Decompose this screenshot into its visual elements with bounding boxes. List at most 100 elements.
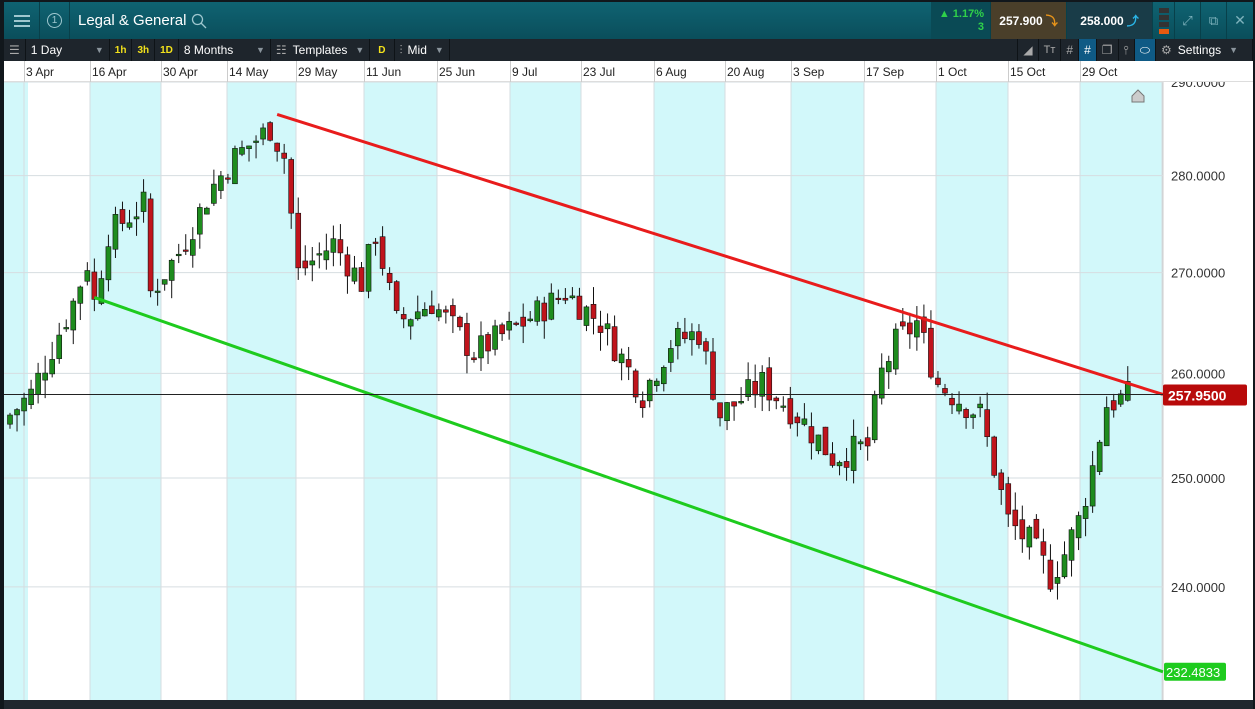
candle-up	[1026, 526, 1033, 548]
candle-down	[288, 159, 295, 214]
drawing-tool-icon[interactable]: ◢	[1017, 39, 1039, 61]
candle-down	[464, 323, 470, 356]
candle-up	[161, 279, 168, 285]
grid-icon[interactable]: #	[1061, 39, 1080, 61]
candle-down	[907, 322, 913, 335]
candle-down	[576, 295, 583, 320]
candle-up	[1082, 506, 1089, 519]
date-label: 29 May	[298, 65, 338, 79]
range-dropdown[interactable]: 8 Months ▼	[179, 39, 271, 61]
popout-icon[interactable]: ⧉	[1201, 2, 1227, 39]
candle-up	[63, 327, 70, 330]
date-label: 17 Sep	[866, 65, 905, 79]
price-type-dropdown[interactable]: ⫶ Mid ▼	[395, 39, 450, 61]
sliders-icon: ☷	[275, 43, 287, 57]
candle-down	[843, 461, 850, 468]
buy-price: 258.000	[1080, 13, 1124, 28]
candle-up	[1096, 441, 1103, 472]
candle-up	[850, 435, 857, 471]
range-value: 8 Months	[183, 43, 234, 57]
candle-down	[393, 281, 400, 311]
date-label: 30 Apr	[163, 65, 198, 79]
candle-down	[787, 398, 794, 425]
candle-down	[963, 409, 969, 419]
candle-up	[1075, 515, 1082, 539]
templates-label: Templates	[292, 43, 348, 57]
candle-down	[998, 472, 1005, 490]
close-icon[interactable]: ✕	[1227, 2, 1253, 39]
candle-up	[316, 253, 323, 256]
templates-dropdown[interactable]: ☷ Templates ▼	[271, 39, 371, 61]
candle-up	[1061, 554, 1068, 578]
price-chart[interactable]: 290.0000 280.0000 270.0000 260.0000 250.0000…	[4, 82, 1253, 700]
date-tick	[161, 61, 162, 82]
candle-up	[871, 394, 878, 441]
d-button[interactable]: D	[370, 39, 395, 61]
candle-up	[815, 434, 822, 452]
quick-1h-button[interactable]: 1h	[110, 39, 133, 61]
candle-up	[878, 367, 885, 399]
candle-up	[309, 260, 316, 266]
chevron-down-icon: ▼	[434, 45, 444, 55]
price-tick-label: 240.0000	[1171, 580, 1225, 595]
chart-toolbar: ☰ 1 Day ▼ 1h 3h 1D 8 Months ▼ ☷ Templates ▼ …	[4, 39, 1253, 61]
price-tick-label: 260.0000	[1171, 366, 1225, 381]
layers-icon[interactable]: ❐	[1097, 39, 1119, 61]
candle-up	[239, 147, 245, 155]
candle-up	[618, 353, 625, 364]
candle-up	[323, 250, 330, 261]
candle-up	[1054, 577, 1061, 584]
quick-1d-button[interactable]: 1D	[155, 39, 179, 61]
instrument-title[interactable]: Legal & General	[70, 2, 931, 39]
interval-dropdown[interactable]: 1 Day ▼	[26, 39, 110, 61]
candlestick-chart[interactable]: 290.0000 280.0000 270.0000 260.0000 250.0000…	[4, 82, 1253, 700]
candle-up	[977, 403, 983, 409]
candle-down	[639, 400, 646, 409]
date-tick	[654, 61, 655, 82]
window-number-badge[interactable]: 1	[40, 2, 70, 39]
expand-icon[interactable]: ⤢	[1175, 2, 1201, 39]
candle-down	[717, 402, 723, 419]
down-arrow-icon: ⤵	[1045, 14, 1058, 28]
horizontal-scrollbar[interactable]	[4, 700, 1253, 709]
settings-label: Settings	[1177, 43, 1222, 57]
date-tick	[581, 61, 582, 82]
candle-up	[28, 388, 34, 405]
candle-up	[675, 328, 681, 347]
candle-down	[829, 453, 836, 466]
candle-down	[358, 267, 365, 292]
candle-up	[14, 409, 20, 416]
date-tick	[227, 61, 228, 82]
price-change: ▲ 1.17% 3	[931, 2, 991, 39]
text-tool-icon[interactable]: Tт	[1039, 39, 1062, 61]
date-label: 1 Oct	[938, 65, 967, 79]
sell-button[interactable]: 257.900 ⤵	[991, 2, 1067, 39]
crosshair-grid-icon[interactable]: #	[1079, 39, 1097, 61]
candle-up	[780, 405, 787, 408]
candle-down	[225, 177, 231, 180]
quick-3h-button[interactable]: 3h	[132, 39, 156, 61]
candle-up	[738, 401, 744, 404]
search-icon[interactable]	[191, 13, 207, 29]
candle-down	[808, 426, 815, 444]
chevron-down-icon: ▼	[355, 45, 365, 55]
indicator-icon[interactable]: ⫯	[1119, 39, 1135, 61]
candle-down	[1012, 509, 1019, 527]
chevron-down-icon: ▼	[94, 45, 104, 55]
settings-dropdown[interactable]: ⚙ Settings ▼	[1156, 39, 1253, 61]
candle-up	[351, 267, 358, 282]
date-label: 3 Apr	[26, 65, 55, 79]
candle-down	[450, 305, 456, 317]
list-icon[interactable]: ☰	[4, 39, 26, 61]
buy-button[interactable]: 258.000 ⤴	[1067, 2, 1153, 39]
candle-down	[147, 198, 154, 292]
menu-icon[interactable]	[4, 2, 40, 39]
candle-up	[84, 270, 91, 282]
candle-down	[1040, 541, 1047, 556]
date-label: 6 Aug	[656, 65, 687, 79]
candle-up	[105, 246, 112, 281]
candle-down	[900, 321, 906, 327]
sell-price: 257.900	[999, 13, 1043, 28]
price-label-icon[interactable]: ⬭	[1134, 39, 1156, 61]
candle-down	[471, 357, 477, 361]
